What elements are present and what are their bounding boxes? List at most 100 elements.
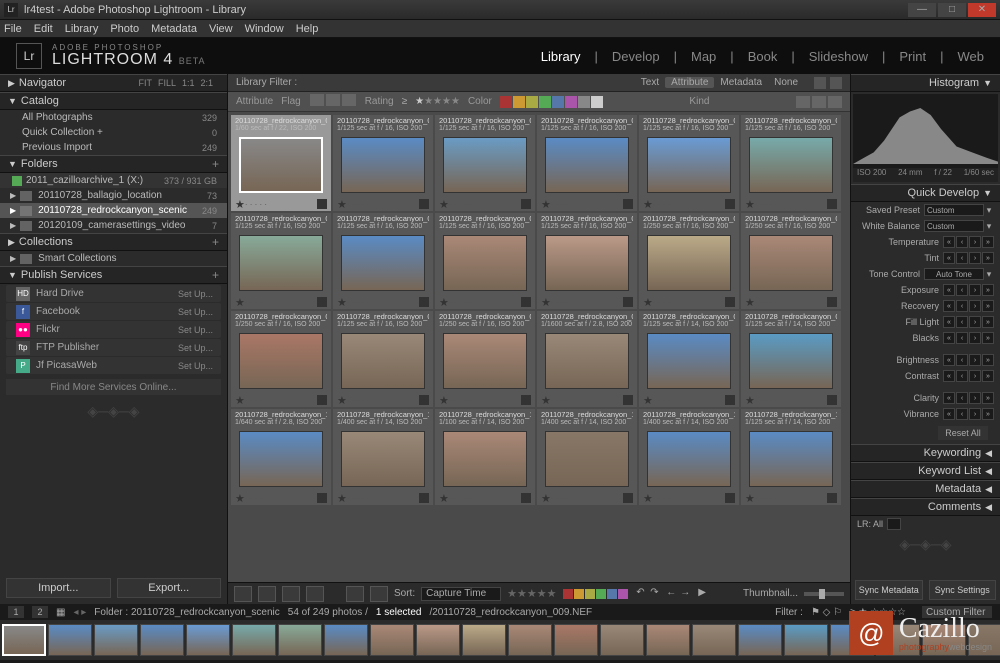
view-survey-icon[interactable] — [306, 586, 324, 602]
folder-item[interactable]: ▶20110728_redrockcanyon_scenic249 — [0, 203, 227, 218]
cell-star-icon[interactable]: ★ — [541, 198, 551, 211]
qd-inc-button[interactable]: › — [969, 354, 981, 366]
thumbnail-cell[interactable]: 20110728_redrockcanyon_019...1/125 sec a… — [537, 115, 637, 211]
publish-service[interactable]: fFacebookSet Up... — [6, 303, 221, 320]
color-filter-swatch[interactable] — [526, 96, 538, 108]
thumbnail-cell[interactable]: 20110728_redrockcanyon_040...1/125 sec a… — [231, 213, 331, 309]
filter-preset-icon[interactable] — [830, 77, 842, 89]
monitor-1-button[interactable]: 1 — [8, 606, 24, 618]
setup-link[interactable]: Set Up... — [178, 307, 213, 317]
thumbnail-cell[interactable]: 20110728_redrockcanyon_091...1/250 sec a… — [435, 311, 535, 407]
publish-service[interactable]: HDHard DriveSet Up... — [6, 285, 221, 302]
qd-dec2-button[interactable]: « — [943, 370, 955, 382]
color-label-swatch[interactable] — [618, 589, 628, 599]
color-filter-swatch[interactable] — [500, 96, 512, 108]
thumbnail-cell[interactable]: 20110728_redrockcanyon_094...1/1600 sec … — [537, 311, 637, 407]
qd-inc2-button[interactable]: » — [982, 236, 994, 248]
rating-comparator[interactable]: ≥ — [402, 96, 408, 107]
menu-library[interactable]: Library — [65, 23, 99, 35]
qd-inc2-button[interactable]: » — [982, 300, 994, 312]
view-compare-icon[interactable] — [282, 586, 300, 602]
filmstrip-thumb[interactable] — [94, 624, 138, 656]
thumbnail-cell[interactable]: 20110728_redrockcanyon_067...1/250 sec a… — [639, 213, 739, 309]
cell-star-icon[interactable]: ★ — [439, 492, 449, 505]
thumbnail-cell[interactable]: 20110728_redrockcanyon_121...1/125 sec a… — [741, 409, 841, 505]
cell-star-icon[interactable]: ★ — [337, 394, 347, 407]
menu-metadata[interactable]: Metadata — [151, 23, 197, 35]
publish-service[interactable]: PJf PicasaWebSet Up... — [6, 357, 221, 374]
cell-star-icon[interactable]: ★ — [541, 492, 551, 505]
collections-header[interactable]: ▶Collections+ — [0, 233, 227, 251]
color-filter-swatch[interactable] — [591, 96, 603, 108]
nav-opt-2:1[interactable]: 2:1 — [200, 78, 213, 88]
qd-dec-button[interactable]: ‹ — [956, 370, 968, 382]
thumbnail-cell[interactable]: 20110728_redrockcanyon_049...1/125 sec a… — [333, 213, 433, 309]
view-loupe-icon[interactable] — [258, 586, 276, 602]
thumbnail-cell[interactable]: 20110728_redrockcanyon_118...1/400 sec a… — [639, 409, 739, 505]
qd-inc2-button[interactable]: » — [982, 370, 994, 382]
thumbnail-cell[interactable]: 20110728_redrockcanyon_013...1/125 sec a… — [333, 115, 433, 211]
cell-star-icon[interactable]: ★ — [235, 296, 245, 309]
panel-keyword-list[interactable]: Keyword List◀ — [851, 462, 1000, 480]
folder-drive[interactable]: 2011_cazilloarchive_1 (X:)373 / 931 GB — [0, 173, 227, 188]
thumbnail-cell[interactable]: 20110728_redrockcanyon_103...1/640 sec a… — [231, 409, 331, 505]
panel-comments[interactable]: Comments◀ — [851, 498, 1000, 516]
sync-settings-button[interactable]: Sync Settings — [929, 580, 997, 600]
nav-opt-fill[interactable]: FILL — [158, 78, 176, 88]
nav-opt-fit[interactable]: FIT — [138, 78, 152, 88]
module-slideshow[interactable]: Slideshow — [809, 49, 868, 64]
color-label-swatch[interactable] — [563, 589, 573, 599]
menu-edit[interactable]: Edit — [34, 23, 53, 35]
menu-view[interactable]: View — [209, 23, 233, 35]
thumbnail-cell[interactable]: 20110728_redrockcanyon_095...1/125 sec a… — [639, 311, 739, 407]
filmstrip-thumb[interactable] — [48, 624, 92, 656]
color-filter-swatch[interactable] — [539, 96, 551, 108]
thumbnail-cell[interactable]: 20110728_redrockcanyon_022...1/125 sec a… — [639, 115, 739, 211]
qd-dec-button[interactable]: ‹ — [956, 354, 968, 366]
cell-star-icon[interactable]: ★ — [439, 394, 449, 407]
qd-dec-button[interactable]: ‹ — [956, 284, 968, 296]
publish-header[interactable]: ▼Publish Services+ — [0, 266, 227, 284]
cell-star-icon[interactable]: ★ — [541, 394, 551, 407]
export-button[interactable]: Export... — [117, 578, 222, 598]
qd-inc-button[interactable]: › — [969, 332, 981, 344]
qd-inc2-button[interactable]: » — [982, 392, 994, 404]
close-button[interactable]: ✕ — [968, 3, 996, 17]
qd-dec-button[interactable]: ‹ — [956, 316, 968, 328]
thumbnail-cell[interactable]: 20110728_redrockcanyon_016...1/125 sec a… — [435, 115, 535, 211]
qd-dec2-button[interactable]: « — [943, 408, 955, 420]
grid-icon-small[interactable]: ▦ — [56, 607, 65, 618]
filmstrip-thumb[interactable] — [2, 624, 46, 656]
lock-icon[interactable] — [814, 77, 826, 89]
qd-inc-button[interactable]: › — [969, 392, 981, 404]
filter-tab-none[interactable]: None — [768, 77, 804, 88]
nav-opt-1:1[interactable]: 1:1 — [182, 78, 195, 88]
cell-star-icon[interactable]: ★ — [745, 198, 755, 211]
toolbar-rating[interactable]: ★★★★★ — [507, 587, 556, 600]
cell-star-icon[interactable]: ★ — [337, 198, 347, 211]
nav-buttons[interactable]: ↶↷ ←→ ▶ — [634, 587, 710, 601]
thumbnail-cell[interactable]: 20110728_redrockcanyon_031...1/125 sec a… — [741, 115, 841, 211]
module-print[interactable]: Print — [899, 49, 926, 64]
color-label-swatch[interactable] — [574, 589, 584, 599]
qd-inc2-button[interactable]: » — [982, 252, 994, 264]
thumbnail-grid[interactable]: 20110728_redrockcanyon_009...1/60 sec at… — [228, 112, 850, 582]
filmstrip-thumb[interactable] — [692, 624, 736, 656]
qd-dec2-button[interactable]: « — [943, 316, 955, 328]
kind-virtual-icon[interactable] — [812, 96, 826, 108]
cell-star-icon[interactable]: ★ — [643, 296, 653, 309]
view-grid-icon[interactable] — [234, 586, 252, 602]
folder-item[interactable]: ▶20110728_ballagio_location73 — [0, 188, 227, 203]
filmstrip-thumb[interactable] — [554, 624, 598, 656]
cell-star-icon[interactable]: ★ — [337, 492, 347, 505]
setup-link[interactable]: Set Up... — [178, 289, 213, 299]
qd-dec-button[interactable]: ‹ — [956, 252, 968, 264]
kind-video-icon[interactable] — [828, 96, 842, 108]
setup-link[interactable]: Set Up... — [178, 343, 213, 353]
navigator-header[interactable]: ▶Navigator FITFILL1:12:1 — [0, 74, 227, 92]
cell-star-icon[interactable]: ★ — [337, 296, 347, 309]
rating-stars[interactable]: ★★★★★ — [415, 96, 460, 107]
menu-photo[interactable]: Photo — [110, 23, 139, 35]
import-button[interactable]: Import... — [6, 578, 111, 598]
filmstrip-thumb[interactable] — [278, 624, 322, 656]
